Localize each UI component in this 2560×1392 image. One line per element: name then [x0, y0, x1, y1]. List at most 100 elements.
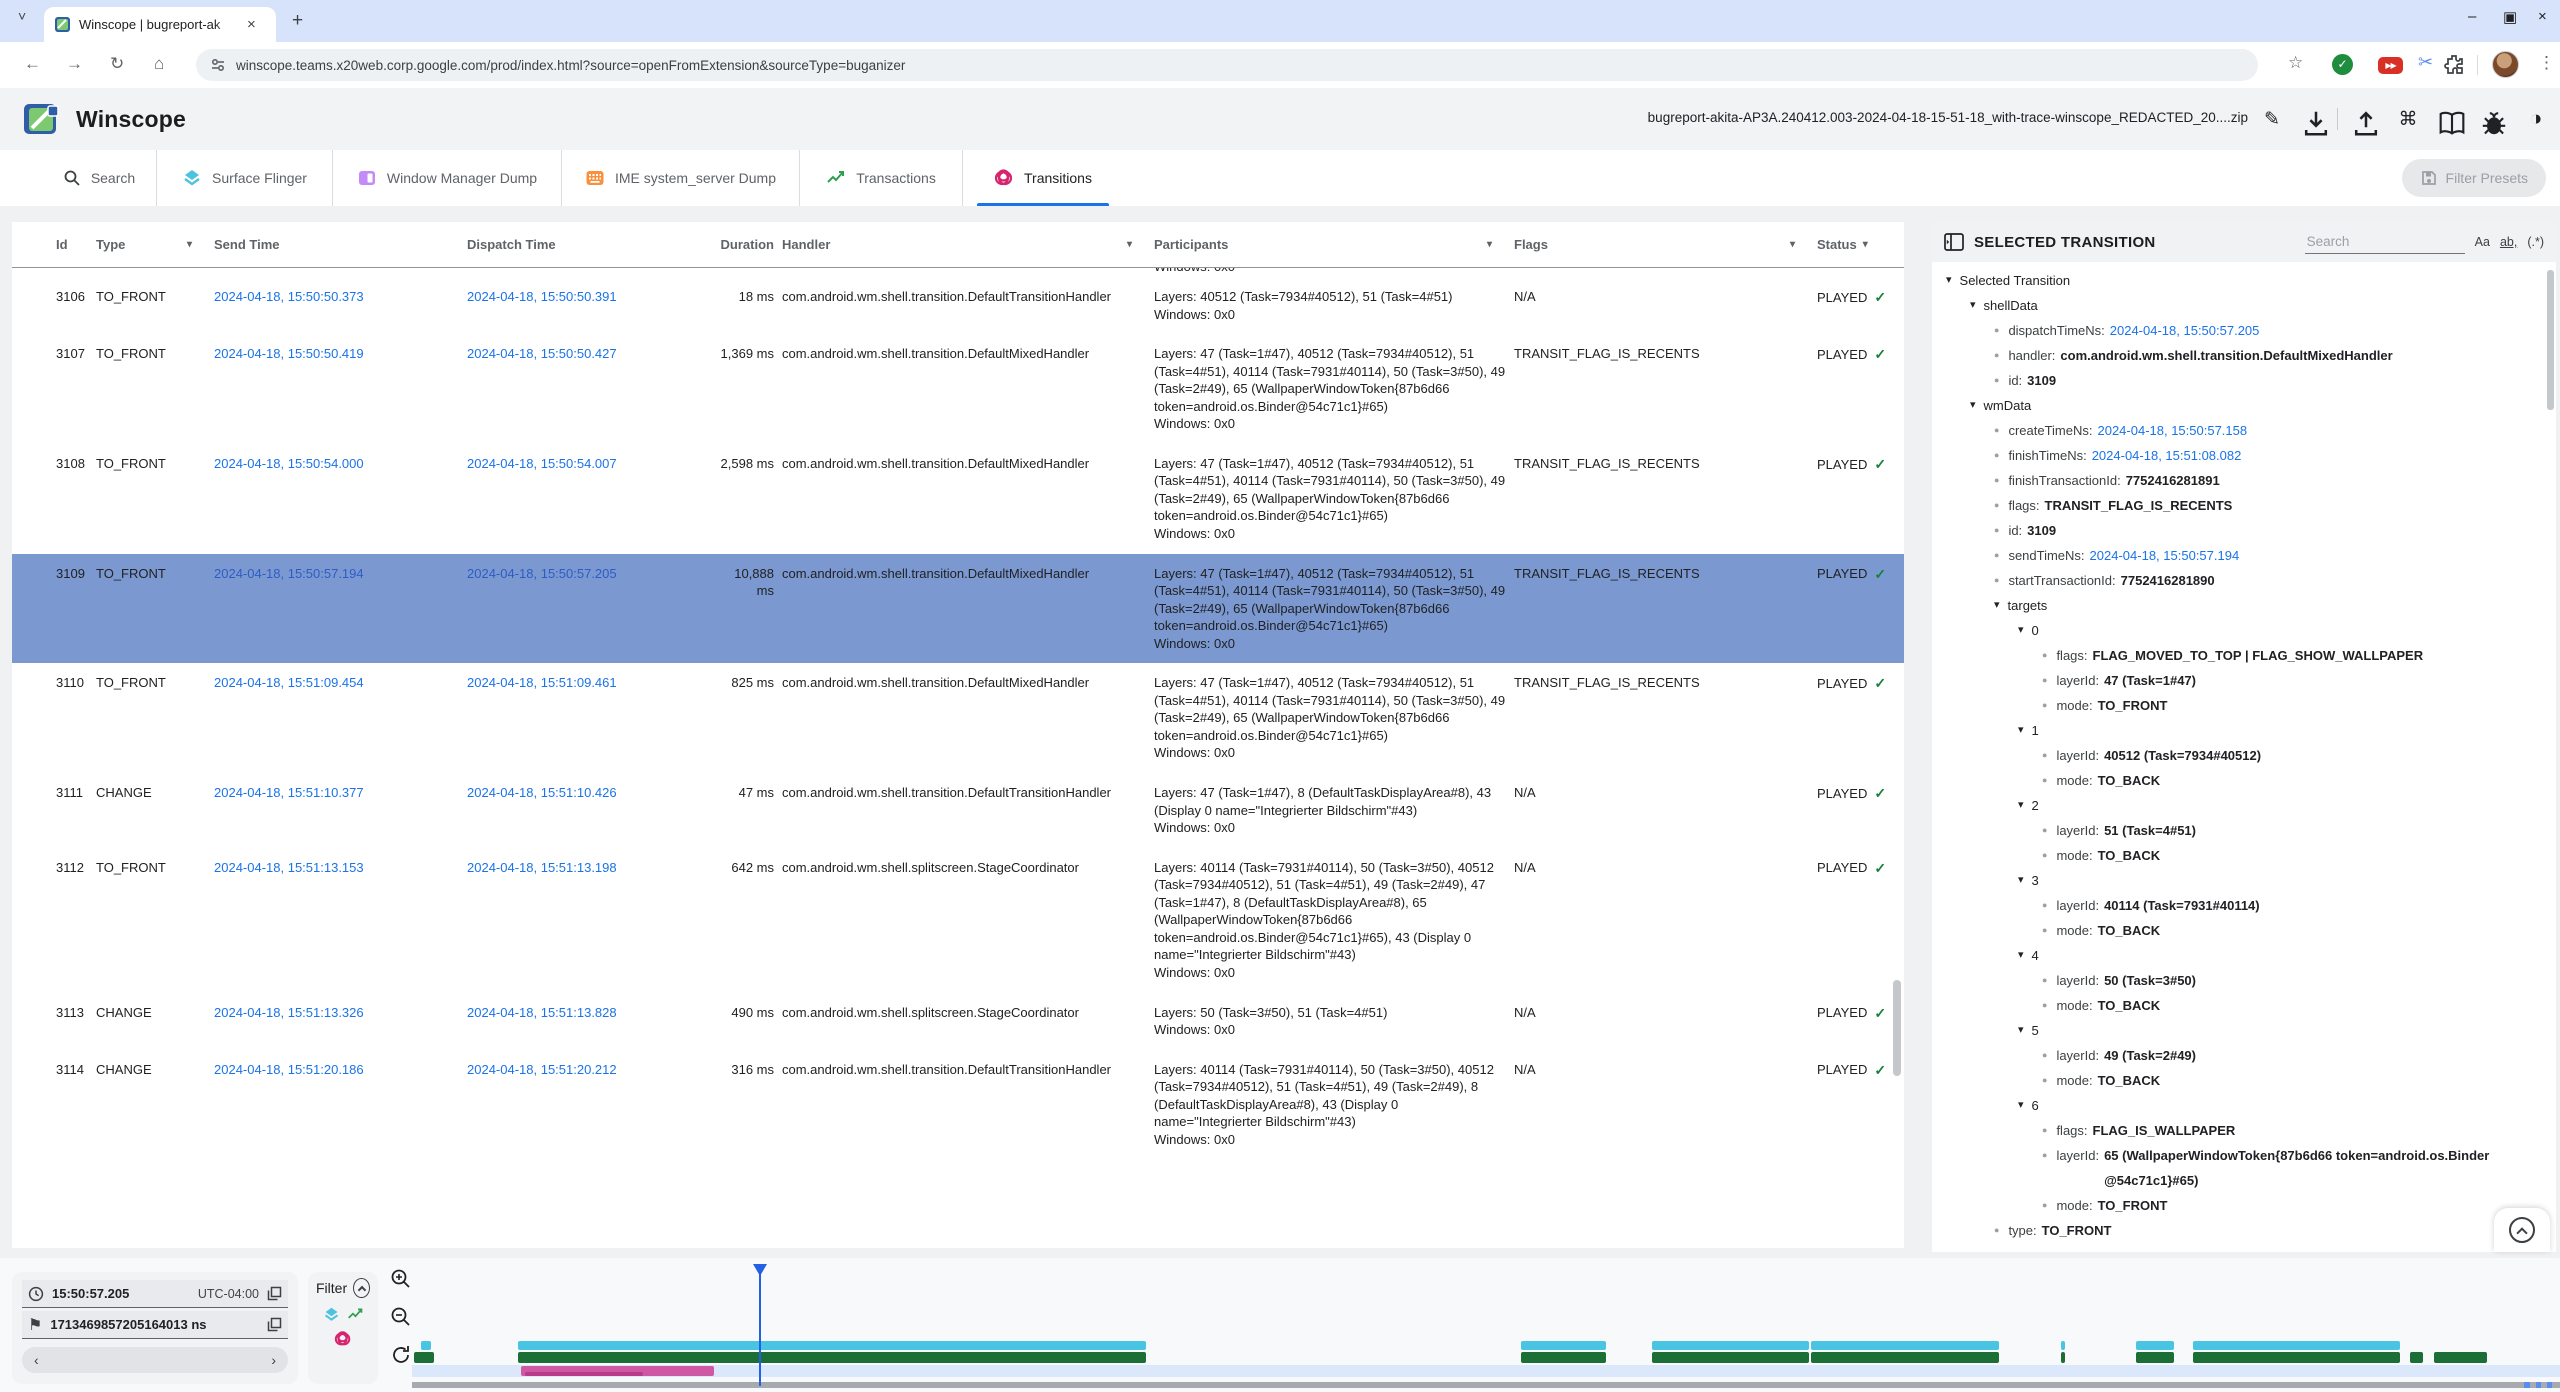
site-settings-icon[interactable] — [210, 57, 226, 73]
transactions-filter-icon[interactable] — [347, 1306, 364, 1323]
tab-transactions[interactable]: Transactions — [800, 150, 963, 206]
filter-dropdown-icon[interactable]: ▾ — [187, 239, 192, 250]
zoom-reset-icon[interactable] — [390, 1344, 412, 1366]
filter-dropdown-icon[interactable]: ▾ — [1863, 239, 1868, 250]
tab-close-icon[interactable]: × — [247, 16, 256, 33]
surface-flinger-trace-segment[interactable] — [1521, 1341, 1606, 1350]
url-input[interactable]: winscope.teams.x20web.corp.google.com/pr… — [196, 49, 2258, 81]
transactions-trace-segment[interactable] — [1521, 1352, 1606, 1363]
transactions-trace-segment[interactable] — [2410, 1352, 2423, 1363]
filter-dropdown-icon[interactable]: ▾ — [1127, 239, 1132, 250]
cell-send-time[interactable]: 2024-04-18, 15:50:57.194 — [214, 565, 467, 583]
filter-dropdown-icon[interactable]: ▾ — [1790, 239, 1795, 250]
transactions-trace-segment[interactable] — [2193, 1352, 2400, 1363]
table-row[interactable]: 3109TO_FRONT2024-04-18, 15:50:57.1942024… — [12, 554, 1904, 664]
browser-tab[interactable]: Winscope | bugreport-ak × — [44, 7, 276, 42]
timeline-canvas[interactable] — [0, 1258, 2560, 1392]
tree-node[interactable]: ▾1 — [1932, 718, 2512, 743]
current-time-value[interactable]: 15:50:57.205 — [52, 1286, 129, 1301]
surface-flinger-trace-segment[interactable] — [1811, 1341, 1999, 1350]
timeline-scrollbar-track[interactable] — [412, 1382, 2560, 1388]
chevron-down-icon[interactable]: ▾ — [2018, 718, 2024, 743]
filter-collapse-icon[interactable] — [353, 1278, 370, 1298]
zoom-out-icon[interactable] — [390, 1306, 412, 1328]
tab-search-caret-icon[interactable]: ˅ — [18, 8, 26, 24]
cell-dispatch-time[interactable]: 2024-04-18, 15:51:13.198 — [467, 859, 717, 877]
transactions-trace-segment[interactable] — [518, 1352, 1146, 1363]
transactions-trace-segment[interactable] — [2136, 1352, 2174, 1363]
report-bug-icon[interactable] — [2480, 109, 2508, 137]
match-case-icon[interactable]: Aa — [2475, 235, 2490, 249]
surface-flinger-trace-segment[interactable] — [518, 1341, 1146, 1350]
chevron-down-icon[interactable]: ▾ — [2018, 1018, 2024, 1043]
col-header-send-time[interactable]: Send Time — [214, 237, 467, 252]
tab-window-manager-dump[interactable]: Window Manager Dump — [333, 150, 562, 206]
tab-surface-flinger[interactable]: Surface Flinger — [157, 150, 333, 206]
cell-send-time[interactable]: 2024-04-18, 15:51:20.186 — [214, 1061, 467, 1079]
timeline-scroll-mark[interactable] — [2536, 1382, 2541, 1388]
cell-dispatch-time[interactable]: 2024-04-18, 15:50:57.205 — [467, 565, 717, 583]
copy-ns-icon[interactable] — [267, 1317, 282, 1332]
table-scrollbar-thumb[interactable] — [1893, 980, 1901, 1076]
surface-flinger-trace-segment[interactable] — [421, 1341, 431, 1350]
table-row[interactable]: 3114CHANGE2024-04-18, 15:51:20.1862024-0… — [12, 1050, 1904, 1160]
transactions-trace-segment[interactable] — [2061, 1352, 2065, 1363]
filter-dropdown-icon[interactable]: ▾ — [1487, 239, 1492, 250]
transition-segment-selected[interactable] — [525, 1372, 643, 1376]
table-row[interactable]: 3108TO_FRONT2024-04-18, 15:50:54.0002024… — [12, 444, 1904, 554]
cell-send-time[interactable]: 2024-04-18, 15:50:54.000 — [214, 455, 467, 473]
window-minimize-button[interactable]: – — [2468, 8, 2476, 25]
chevron-down-icon[interactable]: ▾ — [1994, 593, 2000, 618]
col-header-status[interactable]: Status▾ — [1817, 237, 1903, 252]
tree-node[interactable]: ▾Selected Transition — [1932, 268, 2512, 293]
red-extension-icon[interactable]: ▶▶ — [2378, 57, 2403, 74]
documentation-book-icon[interactable] — [2438, 109, 2466, 137]
home-icon[interactable]: ⌂ — [154, 54, 164, 74]
tree-node[interactable]: ▾2 — [1932, 793, 2512, 818]
tab-search[interactable]: Search — [42, 150, 157, 206]
table-row[interactable]: 3106TO_FRONT2024-04-18, 15:50:50.3732024… — [12, 277, 1904, 334]
table-row[interactable]: 3113CHANGE2024-04-18, 15:51:13.3262024-0… — [12, 993, 1904, 1050]
match-word-icon[interactable]: ab, — [2500, 235, 2517, 249]
chevron-down-icon[interactable]: ▾ — [1970, 393, 1976, 418]
col-header-handler[interactable]: Handler▾ — [782, 237, 1154, 252]
table-row[interactable]: 3107TO_FRONT2024-04-18, 15:50:50.4192024… — [12, 334, 1904, 444]
reload-icon[interactable]: ↻ — [110, 54, 124, 74]
cell-dispatch-time[interactable]: 2024-04-18, 15:50:50.427 — [467, 345, 717, 363]
surface-flinger-trace-segment[interactable] — [2136, 1341, 2174, 1350]
forward-icon[interactable]: → — [66, 54, 83, 74]
surface-flinger-trace-segment[interactable] — [2193, 1341, 2400, 1350]
bookmark-star-icon[interactable]: ☆ — [2288, 53, 2303, 73]
new-tab-button[interactable]: + — [292, 10, 303, 32]
browser-menu-icon[interactable]: ⋮ — [2538, 53, 2555, 73]
col-header-participants[interactable]: Participants▾ — [1154, 237, 1514, 252]
shortcuts-icon[interactable]: ⌘ — [2394, 105, 2422, 133]
chevron-down-icon[interactable]: ▾ — [2018, 793, 2024, 818]
copy-time-icon[interactable] — [267, 1286, 282, 1301]
details-scrollbar-thumb[interactable] — [2547, 270, 2554, 410]
extensions-puzzle-icon[interactable] — [2443, 53, 2465, 75]
table-row[interactable]: 3110TO_FRONT2024-04-18, 15:51:09.4542024… — [12, 663, 1904, 773]
details-search-input[interactable] — [2305, 230, 2465, 254]
tab-ime-system-server-dump[interactable]: IME system_server Dump — [562, 150, 800, 206]
chevron-down-icon[interactable]: ▾ — [2018, 618, 2024, 643]
tree-node[interactable]: ▾0 — [1932, 618, 2512, 643]
cell-send-time[interactable]: 2024-04-18, 15:50:50.373 — [214, 288, 467, 306]
transactions-trace-segment[interactable] — [1652, 1352, 1809, 1363]
transition-segment[interactable] — [521, 1366, 714, 1376]
green-extension-icon[interactable]: ✓ — [2332, 54, 2353, 75]
tree-node[interactable]: ▾targets — [1932, 593, 2512, 618]
tree-node[interactable]: ▾shellData — [1932, 293, 2512, 318]
timeline-cursor[interactable] — [759, 1264, 761, 1386]
upload-icon[interactable] — [2352, 109, 2380, 137]
timeline-cursor-handle[interactable] — [753, 1264, 767, 1276]
chevron-down-icon[interactable]: ▾ — [2018, 1093, 2024, 1118]
window-restore-button[interactable]: ▣ — [2503, 8, 2517, 26]
cell-send-time[interactable]: 2024-04-18, 15:51:09.454 — [214, 674, 467, 692]
col-header-duration[interactable]: Duration — [717, 237, 782, 252]
col-header-id[interactable]: Id — [56, 237, 96, 252]
current-ns-value[interactable]: 1713469857205164013 ns — [50, 1317, 259, 1332]
tree-node[interactable]: ▾6 — [1932, 1093, 2512, 1118]
cell-send-time[interactable]: 2024-04-18, 15:51:10.377 — [214, 784, 467, 802]
surface-flinger-filter-icon[interactable] — [323, 1306, 340, 1323]
